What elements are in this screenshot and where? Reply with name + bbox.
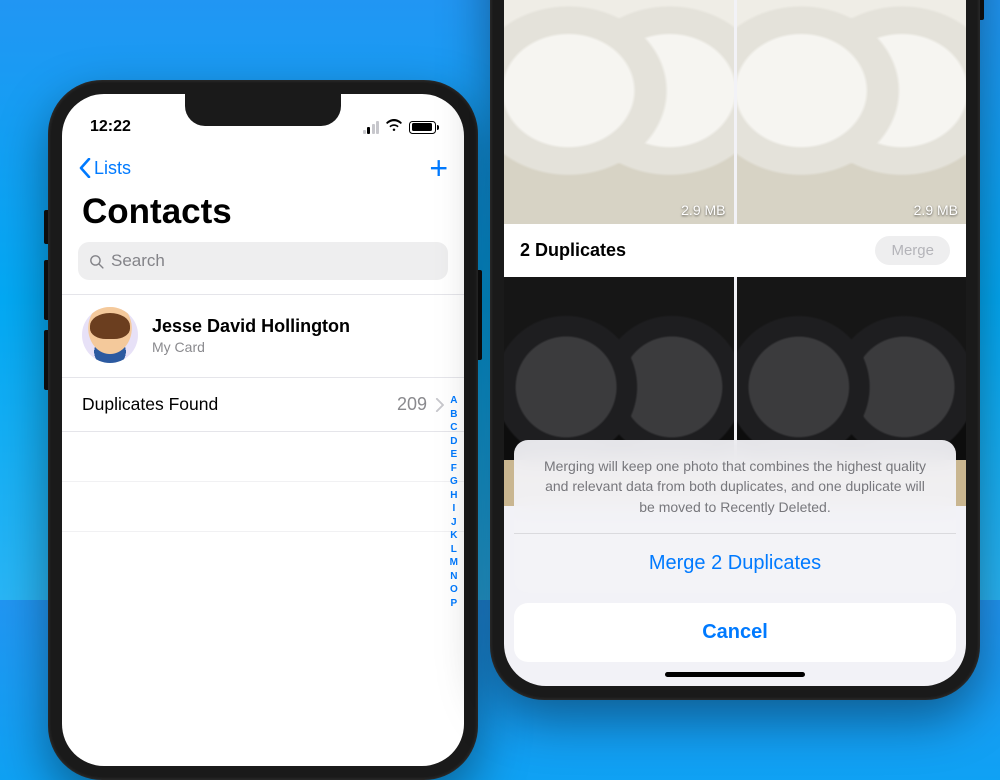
my-card-subtitle: My Card	[152, 339, 350, 355]
alphabet-index[interactable]: ABC DEF GHI JKL MNO P	[450, 394, 458, 610]
home-indicator[interactable]	[665, 672, 805, 677]
add-contact-button[interactable]: +	[429, 152, 448, 184]
status-time: 12:22	[90, 118, 131, 136]
action-sheet: Merging will keep one photo that combine…	[504, 440, 966, 686]
search-placeholder: Search	[111, 251, 165, 271]
cellular-signal-icon	[363, 121, 380, 134]
back-button[interactable]: Lists	[78, 158, 131, 179]
avatar	[82, 307, 138, 363]
chevron-right-icon	[435, 398, 444, 412]
notch	[185, 94, 341, 126]
merge-duplicates-action[interactable]: Merge 2 Duplicates	[514, 534, 956, 593]
duplicates-found-row[interactable]: Duplicates Found 209	[62, 378, 464, 432]
search-input[interactable]: Search	[78, 242, 448, 280]
duplicate-group-1: 2.9 MB 2.9 MB	[504, 0, 966, 224]
chevron-left-icon	[78, 158, 92, 178]
duplicates-section-header: 2 Duplicates Merge	[504, 224, 966, 277]
file-size-badge: 2.9 MB	[681, 202, 725, 218]
photo-thumbnail[interactable]: 2.9 MB	[737, 0, 967, 224]
duplicates-label: Duplicates Found	[82, 394, 218, 415]
photo-thumbnail[interactable]: 2.9 MB	[504, 0, 734, 224]
duplicates-count: 209	[397, 394, 427, 415]
action-sheet-message: Merging will keep one photo that combine…	[514, 440, 956, 534]
file-size-badge: 2.9 MB	[914, 202, 958, 218]
back-label: Lists	[94, 158, 131, 179]
nav-bar: Lists +	[62, 144, 464, 190]
phone-photos: 2.9 MB 2.9 MB 2 Duplicates Merge Merging…	[490, 0, 980, 700]
my-card-name: Jesse David Hollington	[152, 316, 350, 337]
cancel-button[interactable]: Cancel	[514, 603, 956, 662]
page-title: Contacts	[62, 190, 464, 242]
search-icon	[88, 253, 105, 270]
duplicates-section-title: 2 Duplicates	[520, 240, 626, 261]
my-card-row[interactable]: Jesse David Hollington My Card	[62, 294, 464, 378]
wifi-icon	[385, 118, 403, 137]
battery-icon	[409, 121, 436, 134]
merge-button[interactable]: Merge	[875, 236, 950, 265]
phone-contacts: 12:22 Lists + Contacts Search	[48, 80, 478, 780]
